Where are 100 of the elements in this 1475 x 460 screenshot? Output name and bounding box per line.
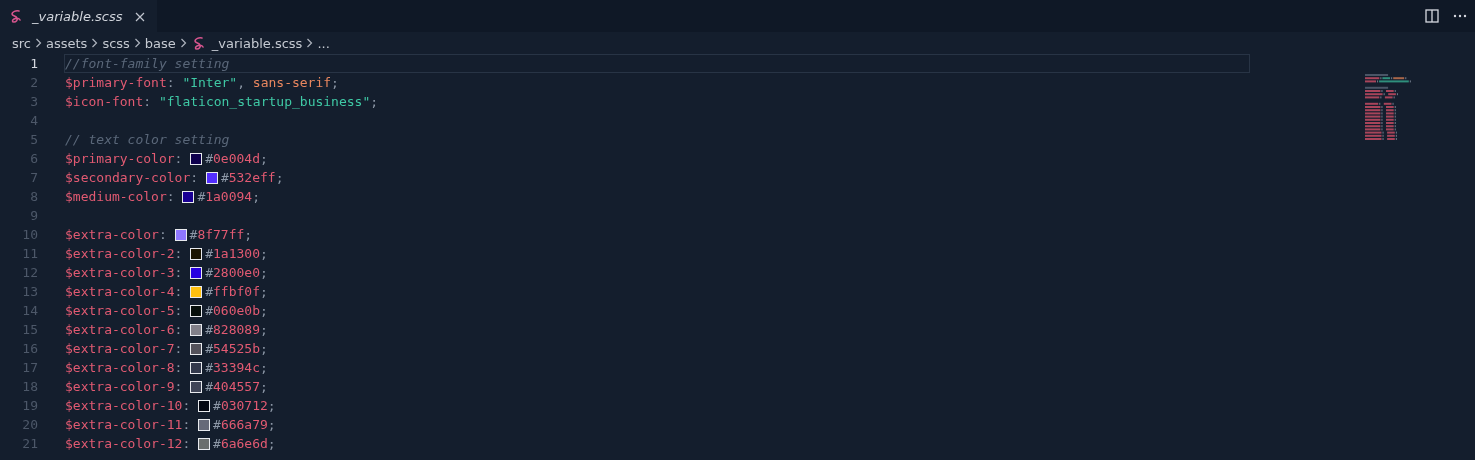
line-number: 8 [29,189,38,204]
string-value: "flaticon_startup_business" [158,94,371,109]
keyword-value: sans-serif [252,75,332,90]
punctuation: ; [260,246,268,261]
line-number: 11 [21,246,38,261]
line-number: 13 [21,284,38,299]
line-number: 7 [29,170,38,185]
color-swatch[interactable] [205,171,218,184]
breadcrumb-item[interactable]: base [144,35,176,51]
punctuation: : [174,303,183,318]
variable-name: $primary-color [65,151,175,166]
punctuation: : [174,151,183,166]
punctuation: , [237,75,245,90]
variable-name: $extra-color-11 [65,417,183,432]
variable-name: $extra-color-4 [65,284,175,299]
color-value: #6a6e6d [213,436,268,451]
code-comment: // text color setting [65,132,230,147]
color-value: #1a1300 [205,246,260,261]
punctuation: : [174,341,183,356]
color-swatch[interactable] [190,304,203,317]
punctuation: : [190,170,199,185]
variable-name: $extra-color-8 [65,360,175,375]
line-number: 15 [21,322,38,337]
variable-name: $extra-color-3 [65,265,175,280]
punctuation: : [174,322,183,337]
line-number: 6 [29,151,38,166]
breadcrumb-item[interactable]: ... [317,35,330,51]
chevron-icon [133,38,141,48]
punctuation: ; [275,170,284,185]
punctuation: : [174,360,183,375]
punctuation: : [182,436,191,451]
breadcrumb-item[interactable]: assets [46,35,88,51]
color-value: #2800e0 [205,265,260,280]
line-number: 16 [21,341,38,356]
color-swatch[interactable] [174,228,187,241]
punctuation: ; [260,322,268,337]
color-value: #404557 [205,379,260,394]
breadcrumb-item[interactable]: scss [102,35,130,51]
punctuation: ; [331,75,339,90]
color-swatch[interactable] [198,437,211,450]
variable-name: $extra-color-9 [65,379,175,394]
variable-name: $extra-color [65,227,159,242]
color-swatch[interactable] [190,152,203,165]
color-swatch[interactable] [190,323,203,336]
punctuation: ; [370,94,379,109]
editor-tab[interactable]: _variable.scss [0,0,157,32]
punctuation: : [143,94,152,109]
punctuation: ; [267,417,276,432]
more-icon[interactable] [1453,14,1467,18]
color-value: #8f77ff [189,227,245,242]
tab-title: _variable.scss [32,9,123,24]
line-number: 18 [21,379,38,394]
variable-name: $extra-color-5 [65,303,175,318]
variable-name: $extra-color-10 [65,398,183,413]
color-value: #030712 [213,398,268,413]
color-value: #0e004d [205,151,260,166]
color-swatch[interactable] [198,399,211,412]
breadcrumb-item[interactable]: src [12,35,31,51]
punctuation: ; [252,189,260,204]
line-number: 2 [29,75,38,90]
punctuation: : [182,398,191,413]
close-icon[interactable] [134,11,145,22]
line-number: 5 [29,132,38,147]
punctuation: ; [260,151,268,166]
variable-name: $secondary-color [65,170,191,185]
punctuation: ; [267,398,276,413]
code-comment: //font-family setting [65,56,230,71]
punctuation: ; [260,379,268,394]
chevron-icon [306,38,314,48]
variable-name: $extra-color-6 [65,322,175,337]
line-number: 4 [29,113,38,128]
color-value: #532eff [220,170,276,185]
line-number: 19 [21,398,38,413]
color-value: #060e0b [205,303,260,318]
punctuation: : [158,227,167,242]
color-swatch[interactable] [190,342,203,355]
color-swatch[interactable] [198,418,211,431]
punctuation: ; [260,265,268,280]
color-swatch[interactable] [190,361,203,374]
variable-name: $primary-font [65,75,167,90]
color-swatch[interactable] [190,285,203,298]
variable-name: $extra-color-7 [65,341,175,356]
color-value: #828089 [205,322,260,337]
punctuation: : [174,265,183,280]
color-value: #1a0094 [197,189,253,204]
split-editor-icon[interactable] [1425,9,1439,23]
line-number: 10 [21,227,38,242]
color-value: #ffbf0f [205,284,260,299]
string-value: "Inter" [182,75,238,90]
line-number: 21 [21,436,38,451]
punctuation: : [182,417,191,432]
variable-name: $extra-color-12 [65,436,183,451]
line-number: 1 [29,56,38,71]
color-swatch[interactable] [190,266,203,279]
sass-file-icon [192,35,205,51]
color-swatch[interactable] [190,247,203,260]
color-swatch[interactable] [182,190,195,203]
breadcrumb-item[interactable]: _variable.scss [211,35,303,51]
color-swatch[interactable] [190,380,203,393]
variable-name: $medium-color [65,189,167,204]
